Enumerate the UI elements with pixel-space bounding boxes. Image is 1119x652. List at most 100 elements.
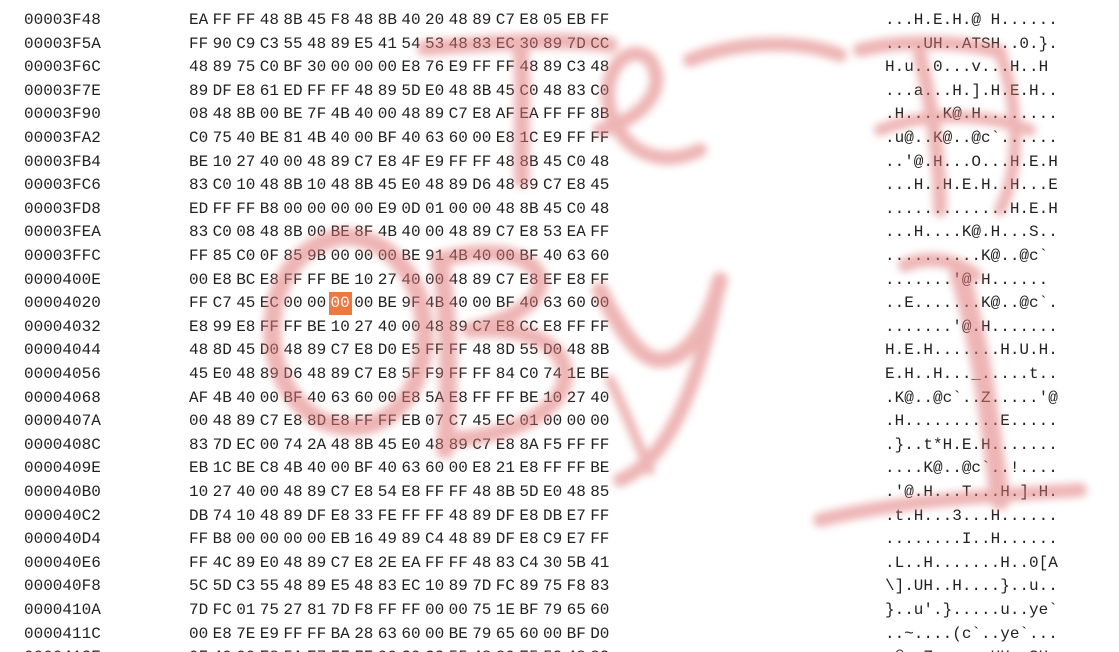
- hex-byte[interactable]: FF: [590, 434, 614, 457]
- hex-byte[interactable]: 81: [307, 599, 331, 622]
- hex-byte[interactable]: 9B: [307, 245, 331, 268]
- hex-byte[interactable]: D6: [472, 174, 496, 197]
- hex-byte[interactable]: FF: [590, 269, 614, 292]
- hex-byte[interactable]: 85: [213, 245, 237, 268]
- hex-byte[interactable]: 45: [378, 174, 402, 197]
- hex-byte[interactable]: 48: [449, 33, 473, 56]
- hex-byte[interactable]: 89: [472, 269, 496, 292]
- hex-byte[interactable]: FF: [213, 198, 237, 221]
- hex-byte[interactable]: 48: [189, 339, 213, 362]
- hex-byte[interactable]: C0: [260, 56, 284, 79]
- hex-row[interactable]: 000040F8 5C 5D C3 55 48 89 E5 48 83 EC 10 89 7D FC 89 75…: [0, 575, 1119, 598]
- hex-byte[interactable]: 89: [401, 528, 425, 551]
- hex-byte[interactable]: 00: [189, 269, 213, 292]
- hex-byte[interactable]: 45: [472, 410, 496, 433]
- hex-row[interactable]: 00003F7E 89 DF E8 61 ED FF FF 48 89 5D E0 48 8B 45 C0 48…: [0, 80, 1119, 103]
- hex-byte[interactable]: 40: [213, 646, 237, 652]
- hex-byte[interactable]: E8: [236, 316, 260, 339]
- hex-byte[interactable]: 75: [236, 56, 260, 79]
- hex-byte[interactable]: E8: [189, 316, 213, 339]
- hex-byte[interactable]: C0: [236, 245, 260, 268]
- hex-byte[interactable]: 48: [449, 221, 473, 244]
- hex-byte[interactable]: FF: [567, 127, 591, 150]
- hex-byte[interactable]: 33: [354, 505, 378, 528]
- hex-row[interactable]: 0000412E0F4000E85AE7FFFF90C9C3554889E553…: [0, 646, 1119, 652]
- hex-byte[interactable]: C3: [236, 575, 260, 598]
- hex-byte[interactable]: 00: [236, 528, 260, 551]
- hex-byte[interactable]: 10: [189, 481, 213, 504]
- hex-byte[interactable]: FF: [590, 9, 614, 32]
- hex-byte[interactable]: FF: [189, 552, 213, 575]
- hex-byte[interactable]: 8B: [519, 151, 543, 174]
- hex-byte[interactable]: EB: [567, 9, 591, 32]
- hex-byte[interactable]: 63: [401, 457, 425, 480]
- hex-byte[interactable]: 60: [590, 599, 614, 622]
- hex-byte[interactable]: 99: [213, 316, 237, 339]
- hex-byte[interactable]: FF: [567, 103, 591, 126]
- hex-byte[interactable]: C0: [213, 174, 237, 197]
- hex-byte[interactable]: 00: [260, 481, 284, 504]
- hex-byte[interactable]: 8B: [378, 9, 402, 32]
- hex-byte[interactable]: 48: [354, 9, 378, 32]
- hex-byte[interactable]: 48: [283, 552, 307, 575]
- hex-byte[interactable]: 00: [378, 103, 402, 126]
- hex-byte[interactable]: 48: [590, 56, 614, 79]
- hex-byte[interactable]: 60: [519, 623, 543, 646]
- hex-byte[interactable]: C0: [590, 80, 614, 103]
- hex-byte[interactable]: 60: [590, 245, 614, 268]
- hex-byte[interactable]: 55: [449, 646, 473, 652]
- hex-byte[interactable]: 8A: [519, 434, 543, 457]
- hex-byte[interactable]: 00: [378, 387, 402, 410]
- hex-byte[interactable]: 48: [449, 80, 473, 103]
- hex-byte[interactable]: 40: [543, 245, 567, 268]
- hex-byte[interactable]: 4B: [425, 292, 449, 315]
- hex-byte[interactable]: FF: [189, 33, 213, 56]
- hex-byte[interactable]: E8: [354, 339, 378, 362]
- hex-byte[interactable]: E8: [354, 481, 378, 504]
- hex-byte[interactable]: 74: [543, 363, 567, 386]
- hex-byte[interactable]: 5A: [425, 387, 449, 410]
- hex-byte[interactable]: 55: [260, 575, 284, 598]
- hex-byte[interactable]: 5F: [401, 363, 425, 386]
- hex-byte[interactable]: D0: [378, 339, 402, 362]
- hex-byte[interactable]: 40: [401, 221, 425, 244]
- hex-byte[interactable]: BE: [236, 457, 260, 480]
- hex-byte[interactable]: CC: [590, 33, 614, 56]
- hex-row[interactable]: 000040B0 10 27 40 00 48 89 C7 E8 54 E8 FF FF 48 8B 5D E0…: [0, 481, 1119, 504]
- hex-byte[interactable]: E8: [378, 151, 402, 174]
- hex-byte[interactable]: 5C: [189, 575, 213, 598]
- hex-byte[interactable]: C7: [496, 9, 520, 32]
- hex-byte[interactable]: 74: [213, 505, 237, 528]
- hex-byte[interactable]: 00: [331, 56, 355, 79]
- hex-byte[interactable]: FF: [567, 434, 591, 457]
- hex-byte[interactable]: 00: [472, 127, 496, 150]
- hex-byte[interactable]: E8: [519, 9, 543, 32]
- hex-byte[interactable]: B8: [213, 528, 237, 551]
- hex-byte[interactable]: EA: [401, 552, 425, 575]
- hex-byte[interactable]: 65: [567, 599, 591, 622]
- hex-byte[interactable]: 40: [236, 127, 260, 150]
- hex-byte[interactable]: FF: [213, 9, 237, 32]
- hex-byte[interactable]: 45: [543, 198, 567, 221]
- hex-byte[interactable]: 8D: [213, 339, 237, 362]
- hex-byte[interactable]: 89: [189, 80, 213, 103]
- hex-byte[interactable]: BE: [378, 292, 402, 315]
- hex-byte[interactable]: EF: [543, 269, 567, 292]
- hex-byte[interactable]: 89: [519, 575, 543, 598]
- hex-byte[interactable]: 48: [260, 174, 284, 197]
- hex-byte[interactable]: 48: [354, 575, 378, 598]
- hex-byte[interactable]: 89: [331, 151, 355, 174]
- hex-byte[interactable]: AF: [189, 387, 213, 410]
- hex-byte[interactable]: 4C: [213, 552, 237, 575]
- hex-byte[interactable]: 40: [307, 387, 331, 410]
- hex-byte[interactable]: 48: [472, 646, 496, 652]
- hex-byte[interactable]: BE: [189, 151, 213, 174]
- hex-byte[interactable]: 8B: [496, 481, 520, 504]
- hex-byte[interactable]: E0: [213, 363, 237, 386]
- hex-byte[interactable]: 5B: [567, 552, 591, 575]
- hex-byte[interactable]: F8: [331, 9, 355, 32]
- hex-byte[interactable]: EA: [519, 103, 543, 126]
- hex-byte[interactable]: 00: [425, 623, 449, 646]
- hex-byte[interactable]: 48: [567, 481, 591, 504]
- hex-byte[interactable]: 00: [590, 292, 614, 315]
